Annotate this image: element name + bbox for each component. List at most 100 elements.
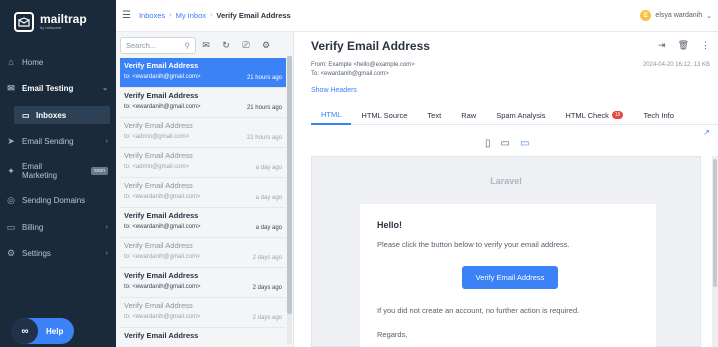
trash-icon[interactable]: 🗑 <box>678 40 689 51</box>
search-placeholder: Search... <box>126 40 157 50</box>
message-time: 2 days ago <box>252 255 282 261</box>
chevron-right-icon: › <box>105 137 108 145</box>
scrollbar-thumb[interactable] <box>713 159 717 287</box>
nav-email-marketing[interactable]: ✦ Email Marketing soon <box>0 158 116 184</box>
globe-icon: ◎ <box>7 194 15 205</box>
chevron-right-icon: › <box>105 223 108 231</box>
preview-brand: Laravel <box>490 175 522 186</box>
sidebar-item-inboxes-label: Inboxes <box>36 110 67 120</box>
message-subject: Verify Email Address <box>124 331 199 340</box>
preview-line-2: If you did not create an account, no fur… <box>377 306 580 315</box>
message-date: 2024-04-20 16:12, 13 KB <box>642 62 710 68</box>
test-mail-icon: ✉ <box>7 82 15 93</box>
preview-hello: Hello! <box>377 220 403 230</box>
message-row[interactable]: Verify Email Address to: <admin@gmail.com… <box>120 118 286 148</box>
message-list-panel: Search... ⚲ ✉ ↻ ⎚ ⚙ Verify Email Address… <box>116 32 294 347</box>
nav-billing[interactable]: ▭ Billing › <box>0 218 116 236</box>
tab-html[interactable]: HTML <box>311 105 352 125</box>
menu-icon[interactable]: ☰ <box>122 10 131 21</box>
preview-scrollbar[interactable] <box>712 156 718 347</box>
help-label: Help <box>46 326 64 336</box>
infinity-icon: ∞ <box>12 318 38 344</box>
nav-sending-domains[interactable]: ◎ Sending Domains <box>0 191 116 209</box>
breadcrumb-inboxes[interactable]: Inboxes <box>139 11 165 20</box>
more-icon[interactable]: ⋮ <box>701 40 710 51</box>
user-menu[interactable]: E elsya wardanih ⌄ <box>640 10 712 21</box>
message-time: 21 hours ago <box>246 105 282 111</box>
chevron-down-icon: ⌄ <box>102 85 108 92</box>
nav-email-marketing-label: Email Marketing <box>22 162 58 180</box>
tab-raw[interactable]: Raw <box>451 105 486 125</box>
sidebar-item-inboxes[interactable]: ▭ Inboxes <box>14 106 110 124</box>
message-tabs: HTML HTML Source Text Raw Spam Analysis … <box>311 105 718 125</box>
open-external-icon[interactable]: ↗ <box>703 128 710 137</box>
list-scrollbar[interactable] <box>287 56 292 344</box>
message-time: a day ago <box>255 225 282 231</box>
breadcrumb-my-inbox[interactable]: My Inbox <box>176 11 206 20</box>
message-subject: Verify Email Address <box>124 211 199 220</box>
message-row[interactable]: Verify Email Address to: <ewardanih@gmail… <box>120 208 286 238</box>
message-time: 2 days ago <box>252 315 282 321</box>
search-input[interactable]: Search... ⚲ <box>120 36 196 54</box>
message-row[interactable]: Verify Email Address to: <admin@gmail.com… <box>120 148 286 178</box>
message-row[interactable]: Verify Email Address <box>120 328 286 347</box>
message-to: To: <ewardanih@gmail.com> <box>311 71 389 77</box>
desktop-icon[interactable]: ▭ <box>520 138 529 149</box>
gear-icon: ⚙ <box>6 247 16 258</box>
message-row[interactable]: Verify Email Address to: <ewardanih@gmail… <box>120 178 286 208</box>
tablet-icon[interactable]: ▭ <box>501 138 510 149</box>
breadcrumb-separator-icon: › <box>169 12 172 19</box>
refresh-icon[interactable]: ↻ <box>216 40 236 51</box>
avatar: E <box>640 10 652 21</box>
help-button[interactable]: ∞ Help <box>12 318 74 344</box>
nav-email-sending[interactable]: ➤ Email Sending › <box>0 132 116 150</box>
nav-email-testing[interactable]: ✉ Email Testing ⌄ <box>0 79 116 97</box>
nav-settings[interactable]: ⚙ Settings › <box>0 244 116 262</box>
message-time: a day ago <box>255 165 282 171</box>
logo[interactable]: mailtrap by railsware <box>14 12 87 32</box>
verify-email-button[interactable]: Verify Email Address <box>462 266 558 289</box>
message-actions: ⇥ 🗑 ⋮ <box>658 40 710 51</box>
preview-regards: Regards, <box>377 330 408 339</box>
message-row[interactable]: Verify Email Address to: <ewardanih@gmail… <box>120 58 286 88</box>
breadcrumb-separator-icon: › <box>210 12 213 19</box>
home-icon: ⌂ <box>8 57 14 67</box>
tab-tech-info[interactable]: Tech Info <box>633 105 683 125</box>
tab-html-source[interactable]: HTML Source <box>351 105 417 125</box>
mobile-icon[interactable]: ▯ <box>485 138 491 149</box>
html-check-badge: 15 <box>611 111 624 119</box>
tab-html-check[interactable]: HTML Check 15 <box>555 105 633 125</box>
message-row[interactable]: Verify Email Address to: <ewardanih@gmail… <box>120 238 286 268</box>
mark-read-icon[interactable]: ✉ <box>196 40 216 51</box>
clear-inbox-icon[interactable]: ⎚ <box>236 40 256 51</box>
forward-icon[interactable]: ⇥ <box>658 40 666 51</box>
breadcrumb-current: Verify Email Address <box>216 11 291 20</box>
nav-home[interactable]: ⌂ Home <box>0 53 116 71</box>
message-from: From: Example <hello@example.com> <box>311 62 415 68</box>
message-subject: Verify Email Address <box>124 181 193 190</box>
show-headers-link[interactable]: Show Headers <box>311 87 357 94</box>
scrollbar-thumb[interactable] <box>287 56 292 314</box>
sidebar: mailtrap by railsware ⌂ Home ✉ Email Tes… <box>0 0 116 347</box>
chevron-down-icon: ⌄ <box>706 12 712 20</box>
tab-text[interactable]: Text <box>417 105 451 125</box>
message-subject: Verify Email Address <box>124 241 193 250</box>
search-icon: ⚲ <box>184 40 191 50</box>
message-row[interactable]: Verify Email Address to: <ewardanih@gmail… <box>120 298 286 328</box>
card-icon: ▭ <box>6 221 16 232</box>
message-row[interactable]: Verify Email Address to: <ewardanih@gmail… <box>120 268 286 298</box>
inbox-icon: ▭ <box>22 110 30 120</box>
logo-name: mailtrap <box>40 12 87 26</box>
message-subject: Verify Email Address <box>124 121 193 130</box>
message-subject: Verify Email Address <box>124 91 199 100</box>
message-subject: Verify Email Address <box>124 151 193 160</box>
message-row[interactable]: Verify Email Address to: <ewardanih@gmail… <box>120 88 286 118</box>
nav-email-sending-label: Email Sending <box>22 136 74 146</box>
message-time: 2 days ago <box>252 285 282 291</box>
nav-home-label: Home <box>22 57 44 67</box>
message-subject: Verify Email Address <box>124 301 193 310</box>
settings-icon[interactable]: ⚙ <box>256 40 276 51</box>
tab-spam-analysis[interactable]: Spam Analysis <box>486 105 555 125</box>
send-icon: ➤ <box>7 135 15 146</box>
preview-line-1: Please click the button below to verify … <box>377 240 570 249</box>
